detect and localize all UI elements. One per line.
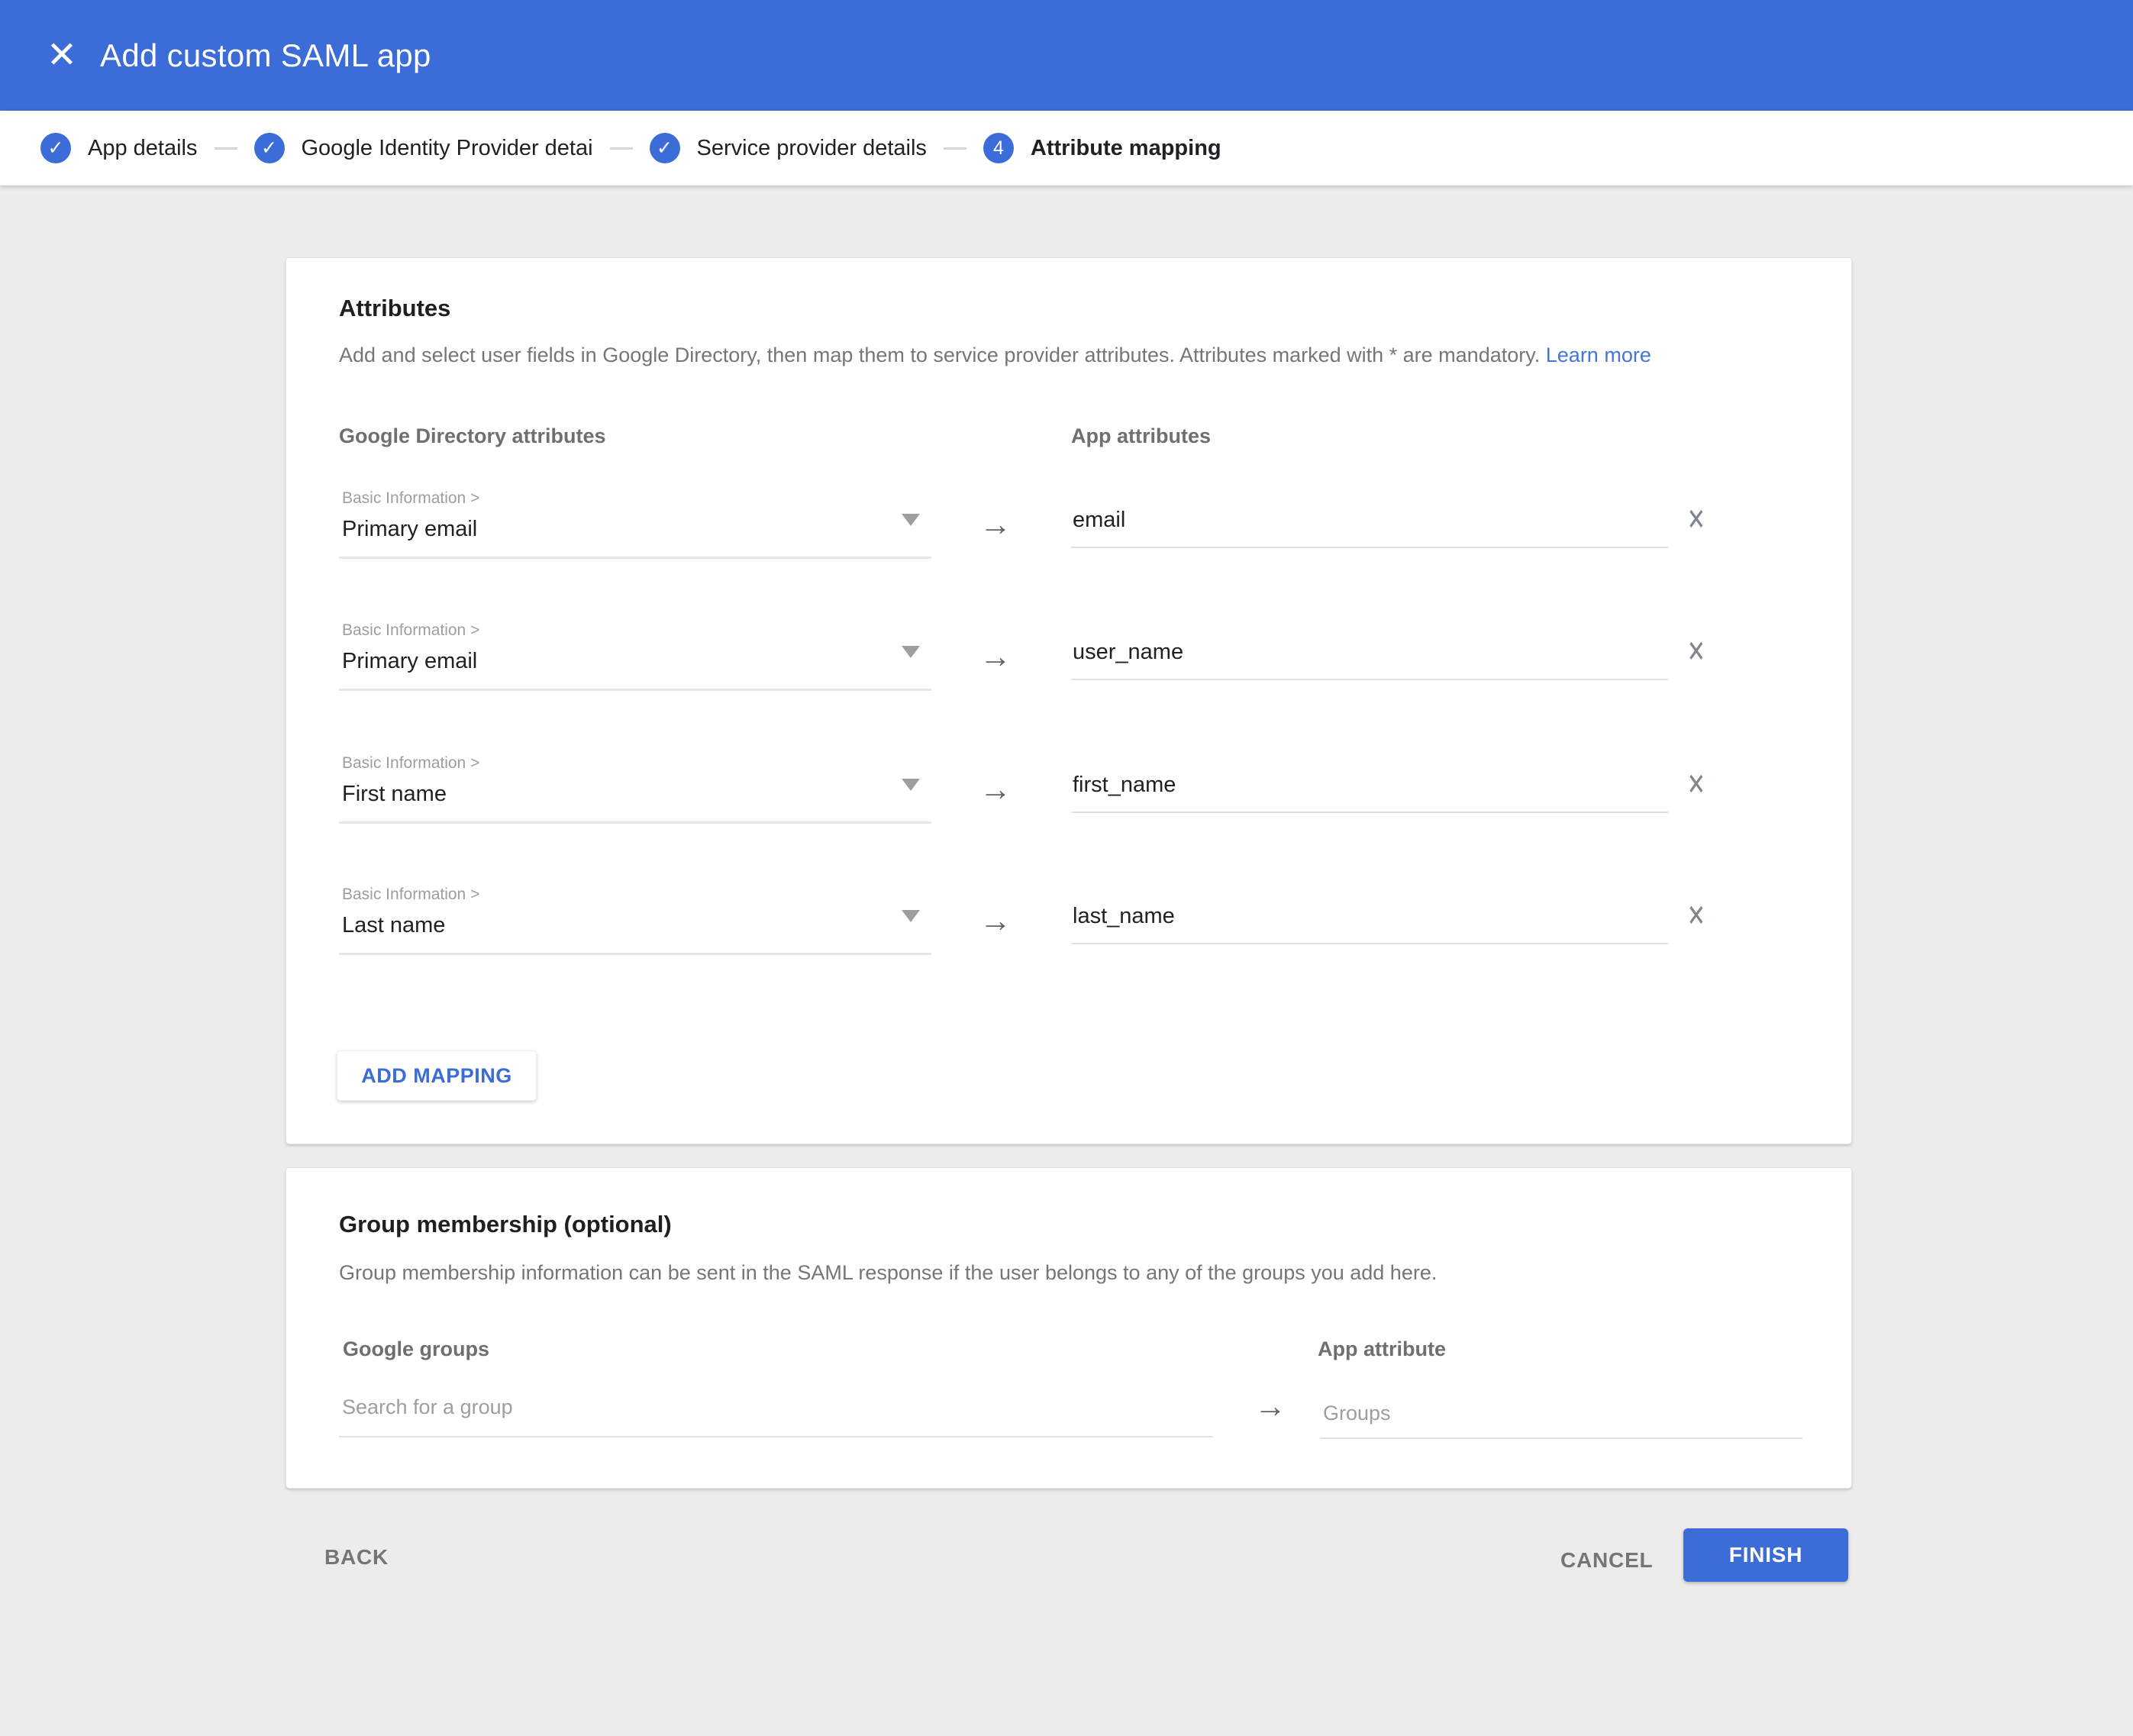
dropdown-arrow-icon	[902, 779, 920, 791]
dialog-title: Add custom SAML app	[100, 37, 431, 74]
directory-attribute-value: Last name	[342, 913, 445, 938]
step-divider	[944, 147, 966, 150]
google-groups-column-header: Google groups	[343, 1337, 489, 1361]
select-underline	[339, 557, 931, 559]
arrow-right-icon: →	[979, 902, 1012, 939]
step-check-icon: ✓	[254, 133, 285, 163]
group-search-input[interactable]	[339, 1396, 1213, 1438]
step-service-provider-details[interactable]: ✓ Service provider details	[650, 133, 927, 163]
step-check-icon: ✓	[650, 133, 680, 163]
step-check-icon: ✓	[40, 133, 71, 163]
delete-mapping-icon[interactable]: ✕	[1687, 770, 1705, 800]
group-membership-description: Group membership information can be sent…	[339, 1261, 1437, 1285]
attribute-category-label: Basic Information >	[342, 621, 479, 640]
app-attribute-column-header: App attribute	[1318, 1337, 1446, 1361]
group-membership-title: Group membership (optional)	[339, 1211, 672, 1238]
attributes-card: Attributes Add and select user fields in…	[286, 257, 1852, 1144]
step-attribute-mapping[interactable]: 4 Attribute mapping	[983, 133, 1221, 163]
attributes-description: Add and select user fields in Google Dir…	[339, 344, 1651, 367]
delete-mapping-icon[interactable]: ✕	[1687, 505, 1705, 535]
add-custom-saml-app-dialog: ✕ Add custom SAML app ✓ App details ✓ Go…	[0, 0, 2133, 1736]
directory-attribute-value: Primary email	[342, 649, 477, 674]
select-underline	[339, 689, 931, 691]
app-attribute-input[interactable]	[1071, 508, 1668, 548]
app-attribute-input[interactable]	[1071, 640, 1668, 680]
select-underline	[339, 821, 931, 824]
wizard-stepper: ✓ App details ✓ Google Identity Provider…	[0, 111, 2133, 186]
arrow-right-icon: →	[979, 506, 1012, 543]
step-divider	[610, 147, 633, 150]
attribute-category-label: Basic Information >	[342, 489, 479, 508]
step-label: Service provider details	[697, 136, 927, 161]
app-attributes-column-header: App attributes	[1071, 424, 1211, 448]
attribute-category-label: Basic Information >	[342, 886, 479, 904]
step-app-details[interactable]: ✓ App details	[40, 133, 198, 163]
attribute-category-label: Basic Information >	[342, 754, 479, 773]
finish-button[interactable]: FINISH	[1683, 1528, 1848, 1582]
mapping-row: Basic Information > Last name → ✕	[286, 886, 1851, 1018]
titlebar: ✕ Add custom SAML app	[0, 0, 2133, 111]
step-number-icon: 4	[983, 133, 1014, 163]
arrow-right-icon: →	[979, 638, 1012, 675]
mapping-row: Basic Information > Primary email → ✕	[286, 489, 1851, 622]
attributes-description-text: Add and select user fields in Google Dir…	[339, 344, 1540, 366]
arrow-right-icon: →	[1254, 1388, 1286, 1425]
directory-attribute-value: Primary email	[342, 517, 477, 542]
step-label: Attribute mapping	[1031, 136, 1221, 161]
directory-attributes-column-header: Google Directory attributes	[339, 424, 606, 448]
back-button[interactable]: BACK	[324, 1545, 389, 1570]
dropdown-arrow-icon	[902, 910, 920, 922]
step-google-idp-details[interactable]: ✓ Google Identity Provider details	[254, 133, 593, 163]
step-label: Google Identity Provider details	[302, 136, 593, 161]
mapping-row: Basic Information > Primary email → ✕	[286, 621, 1851, 754]
mapping-row: Basic Information > First name → ✕	[286, 754, 1851, 887]
add-mapping-button[interactable]: ADD MAPPING	[337, 1050, 537, 1101]
app-attribute-input[interactable]	[1071, 904, 1668, 944]
directory-attribute-value: First name	[342, 782, 447, 807]
learn-more-link[interactable]: Learn more	[1546, 344, 1651, 366]
delete-mapping-icon[interactable]: ✕	[1687, 901, 1705, 931]
select-underline	[339, 953, 931, 955]
dropdown-arrow-icon	[902, 514, 920, 526]
close-icon[interactable]: ✕	[42, 37, 82, 74]
groups-app-attribute-input[interactable]	[1320, 1402, 1802, 1439]
delete-mapping-icon[interactable]: ✕	[1687, 637, 1705, 667]
app-attribute-input[interactable]	[1071, 773, 1668, 813]
dropdown-arrow-icon	[902, 646, 920, 658]
attributes-title: Attributes	[339, 295, 450, 322]
cancel-button[interactable]: CANCEL	[1560, 1548, 1653, 1573]
arrow-right-icon: →	[979, 771, 1012, 808]
step-label: App details	[88, 136, 198, 161]
step-divider	[215, 147, 237, 150]
group-membership-card: Group membership (optional) Group member…	[286, 1167, 1852, 1489]
